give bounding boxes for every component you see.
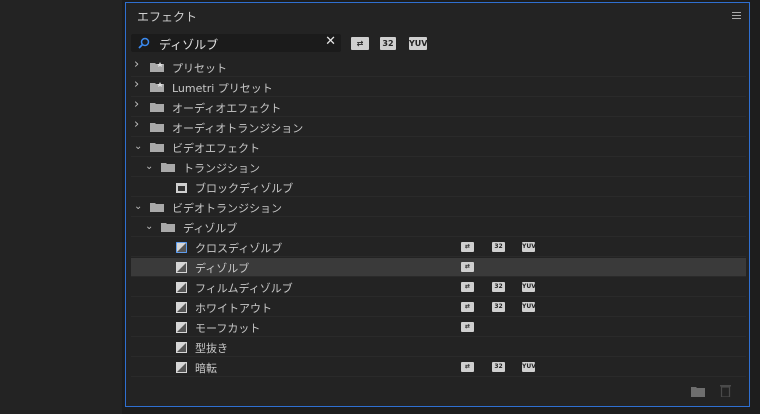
chevron-right-icon[interactable]: ›: [134, 118, 143, 131]
tree-label: ホワイトアウト: [195, 302, 272, 315]
tree-row[interactable]: › オーディオエフェクト: [131, 98, 746, 117]
tree-label: 型抜き: [195, 342, 228, 355]
accelerated-badge-icon: ⇄: [461, 242, 474, 252]
folder-icon: [150, 103, 164, 112]
tree-label: ビデオエフェクト: [172, 142, 260, 155]
tree-row[interactable]: › オーディオトランジション: [131, 118, 746, 137]
video-effect-icon: [176, 183, 187, 193]
transition-icon: [176, 342, 187, 353]
tree-row[interactable]: ⌄ ビデオトランジション: [131, 198, 746, 217]
trash-icon[interactable]: [720, 384, 731, 398]
tree-row[interactable]: 型抜き: [131, 338, 746, 357]
accelerated-badge-icon: ⇄: [461, 322, 474, 332]
search-field[interactable]: ディゾルブ ✕: [131, 34, 341, 52]
tree-label: Lumetri プリセット: [172, 82, 273, 95]
transition-icon: [176, 362, 187, 373]
transition-icon: [176, 322, 187, 333]
yuv-badge-icon: YUV: [522, 362, 536, 372]
32bit-badge-icon: 32: [492, 242, 505, 252]
clear-icon[interactable]: ✕: [325, 34, 336, 49]
tree-label: フィルムディゾルブ: [195, 282, 293, 295]
accelerated-effects-filter[interactable]: ⇄: [351, 37, 369, 50]
transition-icon: [176, 302, 187, 313]
chevron-down-icon[interactable]: ⌄: [134, 142, 143, 152]
chevron-right-icon[interactable]: ›: [134, 58, 143, 71]
tree-row[interactable]: 暗転 ⇄ 32 YUV: [131, 358, 746, 377]
folder-icon: [150, 123, 164, 132]
tree-row[interactable]: フィルムディゾルブ ⇄ 32 YUV: [131, 278, 746, 297]
tree-label: ディゾルブ: [195, 262, 250, 275]
tree-row[interactable]: ⌄ ビデオエフェクト: [131, 138, 746, 157]
tree-label: トランジション: [183, 162, 260, 175]
tree-row[interactable]: ⌄ トランジション: [131, 158, 746, 177]
tree-label: クロスディゾルブ: [195, 242, 283, 255]
folder-icon: [150, 203, 164, 212]
effects-panel: エフェクト ディゾルブ ✕ ⇄ 32 YUV › プリセット › Lumetri プリセッ…: [125, 2, 750, 407]
tree-label: プリセット: [172, 62, 227, 75]
tree-label: ブロックディゾルブ: [195, 182, 294, 195]
yuv-badge-icon: YUV: [522, 242, 536, 252]
tree-row[interactable]: ディゾルブ ⇄: [131, 258, 746, 277]
transition-icon: [176, 262, 187, 273]
tree-row[interactable]: › プリセット: [131, 58, 746, 77]
tree-row[interactable]: ⌄ ディゾルブ: [131, 218, 746, 237]
adjacent-panel: [0, 0, 122, 414]
tree-label: ディゾルブ: [183, 222, 238, 235]
32bit-badge-icon: 32: [492, 282, 505, 292]
panel-menu-icon[interactable]: [732, 12, 741, 19]
yuv-badge-icon: YUV: [522, 302, 536, 312]
new-bin-icon[interactable]: [690, 386, 705, 397]
accelerated-badge-icon: ⇄: [461, 302, 474, 312]
tree-row[interactable]: ブロックディゾルブ: [131, 178, 746, 197]
folder-icon: [150, 143, 164, 152]
tree-row[interactable]: モーフカット ⇄: [131, 318, 746, 337]
tree-label: 暗転: [195, 362, 217, 375]
preset-folder-icon: [150, 62, 164, 72]
tree-label: オーディオエフェクト: [172, 102, 282, 115]
yuv-filter[interactable]: YUV: [409, 37, 427, 50]
tree-label: オーディオトランジション: [172, 122, 304, 135]
32bit-badge-icon: 32: [492, 302, 505, 312]
tree-row[interactable]: ホワイトアウト ⇄ 32 YUV: [131, 298, 746, 317]
preset-folder-icon: [150, 82, 164, 92]
yuv-badge-icon: YUV: [522, 282, 536, 292]
tree-label: ビデオトランジション: [172, 202, 282, 215]
transition-icon: [176, 282, 187, 293]
accelerated-badge-icon: ⇄: [461, 262, 474, 272]
search-icon: [138, 37, 150, 49]
tree-label: モーフカット: [195, 322, 261, 335]
chevron-right-icon[interactable]: ›: [134, 78, 143, 91]
transition-icon: [176, 242, 187, 253]
folder-icon: [161, 223, 175, 232]
tree-row[interactable]: クロスディゾルブ ⇄ 32 YUV: [131, 238, 746, 257]
folder-icon: [161, 163, 175, 172]
chevron-down-icon[interactable]: ⌄: [145, 222, 154, 232]
chevron-right-icon[interactable]: ›: [134, 98, 143, 111]
panel-title: エフェクト: [137, 10, 198, 24]
effects-tree: › プリセット › Lumetri プリセット › オーディオエフェクト › オーディオトラン…: [131, 58, 746, 385]
chevron-down-icon[interactable]: ⌄: [134, 202, 143, 212]
tree-row[interactable]: › Lumetri プリセット: [131, 78, 746, 97]
32bit-badge-icon: 32: [492, 362, 505, 372]
accelerated-badge-icon: ⇄: [461, 362, 474, 372]
search-input[interactable]: ディゾルブ: [159, 36, 218, 53]
32bit-filter[interactable]: 32: [380, 37, 396, 50]
accelerated-badge-icon: ⇄: [461, 282, 474, 292]
chevron-down-icon[interactable]: ⌄: [145, 162, 154, 172]
